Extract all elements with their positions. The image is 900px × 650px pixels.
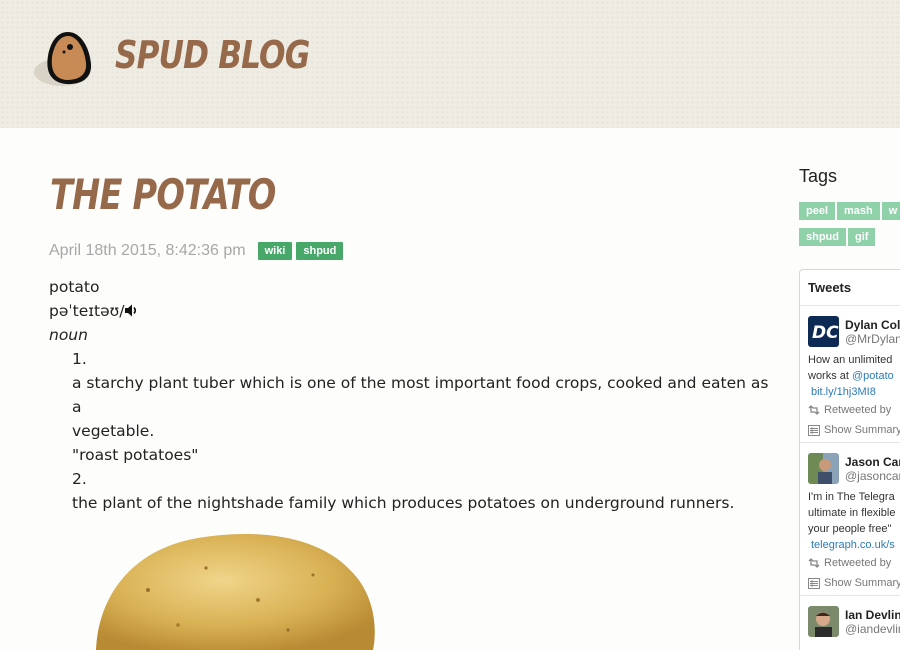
retweeted-row: Retweeted by [808, 404, 900, 416]
tweet-author-handle[interactable]: @iandevlin [845, 622, 900, 636]
tweets-widget: Tweets DC Dylan Coll @MrDylan How an unl… [799, 269, 900, 650]
tweet: Jason Cart @jasoncar I'm in The Telegra … [800, 443, 900, 596]
retweeted-row: Retweeted by [808, 557, 900, 569]
definition-example: "roast potatoes" [72, 446, 199, 464]
pronunciation: pəˈteɪtəʊ/ [49, 302, 125, 320]
avatar[interactable]: DC [808, 316, 839, 347]
tweet-author-name[interactable]: Ian Devlin [845, 608, 900, 622]
part-of-speech: noun [49, 326, 88, 344]
retweeted-by: Retweeted by [824, 404, 892, 416]
tweets-heading: Tweets [800, 270, 900, 306]
tweet-mention-link[interactable]: @potato [852, 370, 894, 382]
summary-icon [808, 577, 820, 589]
tweet-author-handle[interactable]: @MrDylan [845, 332, 900, 346]
tweet-link[interactable]: telegraph.co.uk/s [808, 537, 900, 553]
show-summary-link[interactable]: Show Summary [808, 577, 900, 589]
tweet-author-name[interactable]: Jason Cart [845, 455, 900, 469]
tweet-author-name[interactable]: Dylan Coll [845, 318, 900, 332]
tag-peel[interactable]: peel [799, 202, 836, 220]
tweet-text: How an unlimited works at @potato bit.ly… [808, 352, 900, 400]
post-tag-wiki[interactable]: wiki [257, 242, 293, 260]
avatar[interactable] [808, 453, 839, 484]
definition-text-line: vegetable. [72, 422, 155, 440]
tweet-text-line: I'm in The Telegra [808, 491, 895, 503]
definition-text-line: a starchy plant tuber which is one of th… [72, 374, 769, 416]
tweet-text-line: How an unlimited [808, 354, 893, 366]
post-title[interactable]: The Potato [50, 170, 276, 219]
post-date: April 18th 2015, 8:42:36 pm [49, 242, 246, 259]
svg-text:DC: DC [812, 323, 839, 343]
tweet-text-line: ultimate in flexible [808, 507, 896, 519]
tweet-text-line: works at [808, 370, 853, 382]
definition-number: 2. [72, 470, 87, 488]
definition-text: the plant of the nightshade family which… [72, 494, 735, 512]
definition-text: a starchy plant tuber which is one of th… [49, 371, 769, 443]
sidebar: Tags peel mash w shpud gif Tweets DC Dylan … [799, 160, 900, 650]
potato-image [96, 533, 375, 650]
pronunciation-row: pəˈteɪtəʊ/ [49, 299, 769, 323]
retweet-icon [808, 558, 820, 568]
definition-number: 1. [72, 350, 87, 368]
tweet-text: I'm in The Telegra ultimate in flexible … [808, 489, 900, 553]
post-meta: April 18th 2015, 8:42:36 pm wiki shpud [49, 242, 347, 260]
tag-w[interactable]: w [881, 202, 900, 220]
show-summary-label: Show Summary [824, 424, 900, 436]
tag-gif[interactable]: gif [848, 228, 876, 246]
site-header: Spud Blog [0, 0, 900, 128]
word: potato [49, 278, 100, 296]
potato-logo-icon[interactable] [34, 28, 98, 90]
show-summary-label: Show Summary [824, 577, 900, 589]
tweet: Ian Devlin @iandevlin [800, 596, 900, 642]
site-title[interactable]: Spud Blog [115, 33, 310, 77]
tag-shpud[interactable]: shpud [799, 228, 846, 246]
avatar[interactable] [808, 606, 839, 637]
summary-icon [808, 424, 820, 436]
tweet: DC Dylan Coll @MrDylan How an unlimited … [800, 306, 900, 443]
retweeted-by: Retweeted by [824, 557, 892, 569]
post-body: potato pəˈteɪtəʊ/ noun 1. a starchy plan… [49, 275, 769, 515]
tweet-text-line: your people free" [808, 523, 892, 535]
tags-heading: Tags [799, 166, 838, 186]
show-summary-link[interactable]: Show Summary [808, 424, 900, 436]
speaker-icon[interactable] [124, 303, 139, 318]
tweet-author-handle[interactable]: @jasoncar [845, 469, 900, 483]
tag-mash[interactable]: mash [837, 202, 880, 220]
retweet-icon [808, 405, 820, 415]
tweet-link[interactable]: bit.ly/1hj3MI8 [808, 384, 900, 400]
tag-cloud: peel mash w shpud gif [799, 199, 900, 251]
post-tag-shpud[interactable]: shpud [296, 242, 344, 260]
